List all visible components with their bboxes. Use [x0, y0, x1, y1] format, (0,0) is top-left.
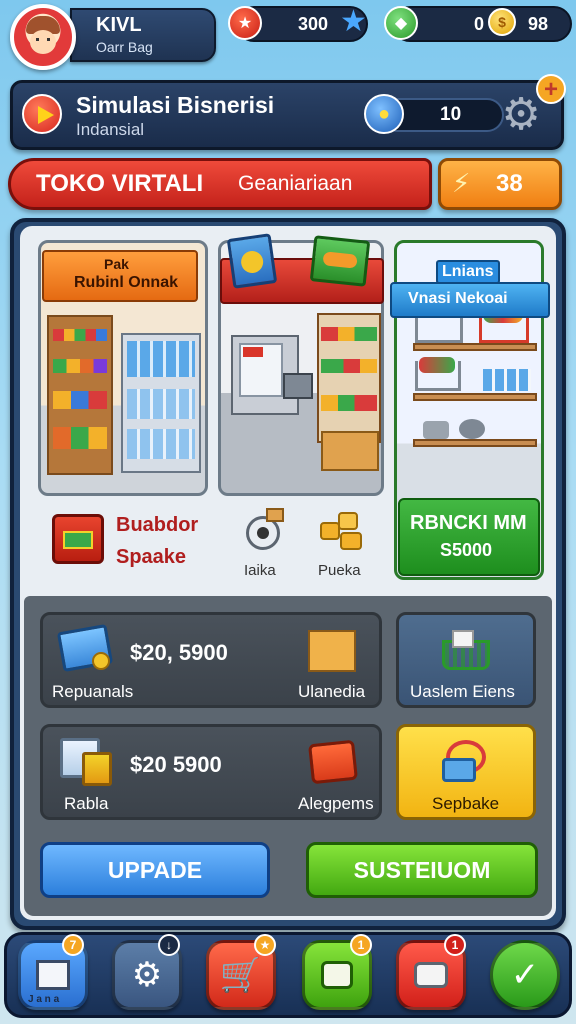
nav-settings-badge: ↓ — [158, 934, 180, 956]
card-1-price: $20, 5900 — [130, 640, 228, 665]
nav-camera-badge: 1 — [444, 934, 466, 956]
store-subtitle: Geaniariaan — [238, 172, 353, 195]
gear-icon: ⚙ — [131, 956, 163, 994]
box-icon — [308, 630, 356, 672]
nav-shop-badge: 1 — [350, 934, 372, 956]
check-icon: ✓ — [510, 956, 540, 994]
play-icon[interactable] — [22, 94, 62, 134]
player-avatar[interactable] — [10, 4, 76, 70]
bread-icon[interactable] — [316, 506, 366, 556]
store-coin-value: 38 — [496, 170, 523, 197]
simulation-subtitle: Indansial — [76, 120, 145, 139]
upgrade-button[interactable]: UPPADE — [40, 842, 270, 898]
camera-icon[interactable] — [240, 506, 286, 556]
lightning-icon: ⚡ — [452, 168, 471, 198]
card-2-right-label: Alegpems — [298, 794, 374, 813]
promo-box[interactable] — [398, 498, 540, 576]
produce-sign-icon — [309, 235, 371, 287]
nav-store-badge: 7 — [62, 934, 84, 956]
side-card-basket-label: Uaslem Eiens — [410, 682, 515, 701]
item-a-label-1: Buabdor — [116, 514, 199, 536]
star-red-icon: ★ — [228, 6, 262, 40]
plus-icon[interactable]: + — [536, 74, 566, 104]
card-1-right-label: Ulanedia — [298, 682, 366, 701]
snack-bag-icon — [308, 739, 358, 785]
bag-icon: ● — [364, 94, 404, 134]
side-card-special-label: Sepbake — [432, 794, 500, 813]
star-icon: ★ — [340, 5, 367, 38]
nav-action-button[interactable]: ✓ — [490, 940, 560, 1010]
scene-carts-label-1: Lnians — [436, 260, 500, 284]
card-1-left-label: Repuanals — [52, 682, 134, 701]
cashbox-icon — [440, 738, 492, 786]
card-2-left-label: Rabla — [64, 794, 109, 813]
shop-bag-icon — [321, 961, 353, 989]
store-box-icon — [36, 960, 70, 990]
sustain-button[interactable]: SUSTEIUOM — [306, 842, 538, 898]
player-title: KIVL — [96, 14, 142, 36]
store-title: TOKO VIRTALI — [36, 170, 204, 197]
basket-icon — [440, 630, 492, 672]
promo-label-2: S5000 — [440, 540, 493, 560]
coin-small-icon — [92, 652, 110, 670]
item-c-label: Pueka — [318, 562, 361, 579]
player-subtitle: Oarr Bag — [96, 39, 153, 55]
gear-icon[interactable]: ⚙ — [498, 92, 544, 138]
camera-icon — [414, 962, 448, 988]
bottom-nav — [4, 932, 572, 1018]
coin-icon: $ — [488, 8, 516, 36]
card-2-price: $20 5900 — [130, 752, 222, 777]
simulation-title: Simulasi Bisnerisi — [76, 92, 275, 118]
simulation-value: 10 — [440, 104, 462, 125]
scene-carts-label-2: Vnasi Nekoai — [408, 290, 508, 307]
scene-grocery-label-2: Rubinl Onnak — [74, 274, 178, 291]
cart-icon: 🛒 — [219, 956, 263, 994]
nav-cart-badge: ★ — [254, 934, 276, 956]
coins-value: 0 — [474, 14, 485, 34]
carton-yellow-icon — [82, 752, 112, 786]
scene-grocery-label-1: Pak — [104, 256, 129, 272]
promo-label-1: RBNCKI MM — [410, 512, 527, 534]
item-a-label-2: Spaake — [116, 546, 187, 568]
gems-value: 98 — [528, 14, 549, 34]
stars-value: 300 — [298, 14, 329, 34]
gift-box-icon[interactable] — [52, 514, 104, 564]
gem-icon: ◆ — [384, 6, 418, 40]
sign-icon — [226, 233, 278, 289]
nav-store-caption: J a n a — [28, 994, 60, 1005]
item-b-label: Iaika — [244, 562, 276, 579]
